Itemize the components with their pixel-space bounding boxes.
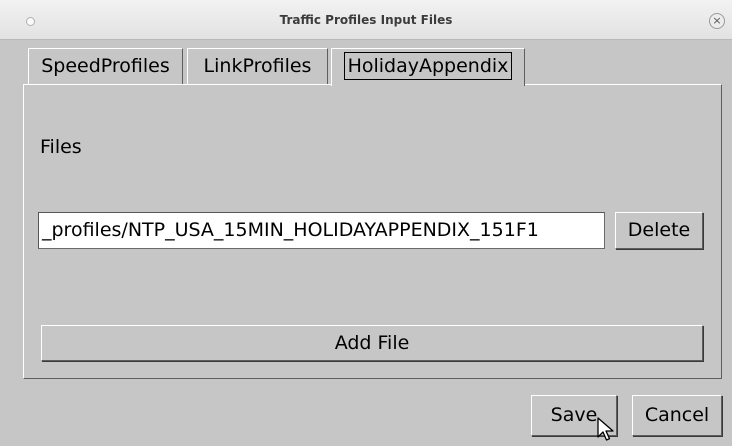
files-label: Files — [40, 136, 82, 158]
add-file-button[interactable]: Add File — [41, 325, 703, 361]
mouse-pointer-icon — [597, 417, 614, 441]
file-path-field[interactable]: _profiles/NTP_USA_15MIN_HOLIDAYAPPENDIX_… — [38, 212, 605, 249]
tab-speedprofiles[interactable]: SpeedProfiles — [28, 48, 183, 84]
tab-label: HolidayAppendix — [343, 52, 513, 80]
tab-linkprofiles[interactable]: LinkProfiles — [187, 48, 328, 84]
delete-button[interactable]: Delete — [615, 212, 703, 249]
tab-label: SpeedProfiles — [41, 55, 170, 77]
window-title: Traffic Profiles Input Files — [279, 13, 453, 27]
title-bar: Traffic Profiles Input Files × — [0, 0, 732, 40]
close-icon[interactable]: × — [709, 13, 725, 29]
tab-holidayappendix[interactable]: HolidayAppendix — [331, 48, 525, 86]
cancel-button[interactable]: Cancel — [632, 395, 722, 436]
tab-label: LinkProfiles — [203, 55, 312, 77]
